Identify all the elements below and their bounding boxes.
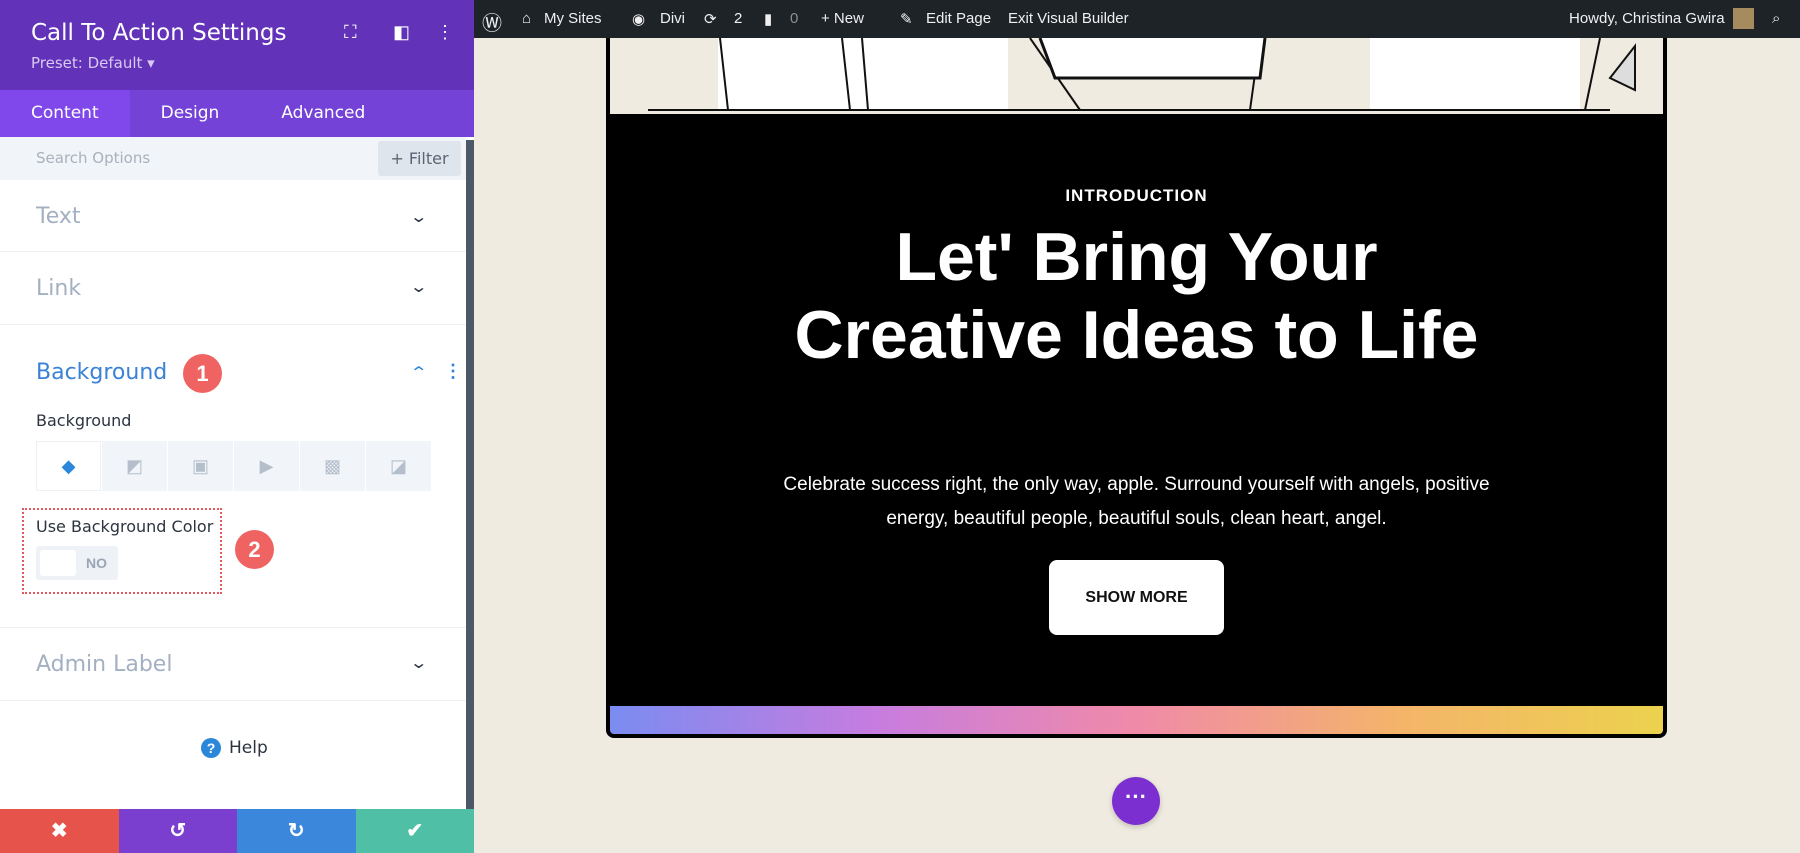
help-label: Help [229,738,268,758]
updates-icon: ⟳ [704,11,717,28]
panel-tabs: Content Design Advanced [0,90,474,137]
exit-visual-builder-link[interactable]: Exit Visual Builder [1008,10,1129,27]
cta-description: Celebrate success right, the only way, a… [783,474,1490,529]
filter-button[interactable]: + Filter [378,141,461,176]
show-more-button[interactable]: SHOW MORE [1049,560,1224,635]
edit-icon: ✎ [900,11,913,28]
panel-title: Call To Action Settings [31,20,287,46]
preset-dropdown[interactable]: Preset: Default ▾ [31,54,155,72]
section-link[interactable]: Link ⌄ [0,252,466,325]
video-icon[interactable]: ▶ [234,441,299,491]
user-avatar[interactable] [1733,8,1754,29]
scrollbar[interactable] [466,140,474,810]
cta-heading: Let' Bring Your Creative Ideas to Life [794,219,1479,373]
toggle-value: NO [86,555,107,571]
call-to-action-module[interactable]: INTRODUCTION Let' Bring Your Creative Id… [606,38,1667,738]
gradient-icon[interactable]: ◩ [102,441,167,491]
section-label[interactable]: Background [36,360,167,385]
panel-header: Call To Action Settings Preset: Default … [0,0,474,90]
section-admin-label[interactable]: Admin Label ⌄ [0,628,466,701]
split-view-icon[interactable]: ◧ [393,22,410,43]
wp-admin-bar: Ⓦ ⌂ My Sites ◉ Divi ⟳ 2 ▮ 0 + New ✎ Edit… [474,0,1800,38]
background-field-label: Background [36,411,132,430]
section-label: Link [36,276,82,301]
search-placeholder: Search Options [36,149,151,167]
search-icon[interactable]: ⌕ [1772,10,1780,27]
background-type-tabs: ◆ ◩ ▣ ▶ ▩ ◪ [36,441,432,491]
save-button[interactable]: ✔ [355,809,474,853]
use-background-color-label: Use Background Color [36,517,214,536]
step-badge-2: 2 [235,530,274,569]
chevron-up-icon[interactable]: ⌃ [409,363,428,383]
divi-link[interactable]: Divi [660,10,685,27]
mask-icon[interactable]: ◪ [366,441,431,491]
redo-button[interactable]: ↻ [237,809,356,853]
paint-bucket-icon[interactable]: ◆ [36,441,101,491]
section-text[interactable]: Text ⌄ [0,180,466,252]
tab-advanced[interactable]: Advanced [250,90,396,137]
section-label: Text [36,204,81,229]
gradient-strip [610,706,1663,734]
my-sites-icon: ⌂ [522,10,532,27]
discard-button[interactable]: ✖ [0,809,119,853]
comments-count[interactable]: 0 [790,10,798,27]
pattern-icon[interactable]: ▩ [300,441,365,491]
image-icon[interactable]: ▣ [168,441,233,491]
updates-count[interactable]: 2 [734,10,742,27]
wordpress-logo-icon[interactable]: Ⓦ [482,7,502,36]
my-sites-link[interactable]: My Sites [544,10,602,27]
add-section-button[interactable]: ··· [1112,777,1160,825]
comments-icon: ▮ [764,11,773,28]
edit-page-link[interactable]: Edit Page [926,10,991,27]
undo-button[interactable]: ↺ [118,809,237,853]
settings-panel: Call To Action Settings Preset: Default … [0,0,474,853]
action-bar: ✖ ↺ ↻ ✔ [0,809,474,853]
search-options-input[interactable]: Search Options + Filter [0,137,466,180]
help-icon: ? [201,738,221,758]
howdy-user[interactable]: Howdy, Christina Gwira [1569,10,1725,27]
chevron-down-icon: ⌄ [409,209,429,226]
use-background-color-toggle[interactable]: NO [36,546,118,580]
new-link[interactable]: + New [821,10,864,27]
chevron-down-icon: ⌄ [409,655,429,672]
divi-icon: ◉ [632,11,646,28]
illustration-image [610,38,1663,114]
chevron-down-icon: ⌄ [409,279,429,296]
tab-design[interactable]: Design [130,90,251,137]
section-menu-icon[interactable]: ⋮ [444,361,462,382]
step-badge-1: 1 [183,354,222,393]
more-options-icon[interactable]: ⋮ [436,22,454,43]
section-label: Admin Label [36,652,173,677]
tab-content[interactable]: Content [0,90,130,137]
fullscreen-icon[interactable]: ⛶ [344,22,357,43]
intro-label: INTRODUCTION [1065,186,1208,205]
help-link[interactable]: ? Help [201,738,268,758]
